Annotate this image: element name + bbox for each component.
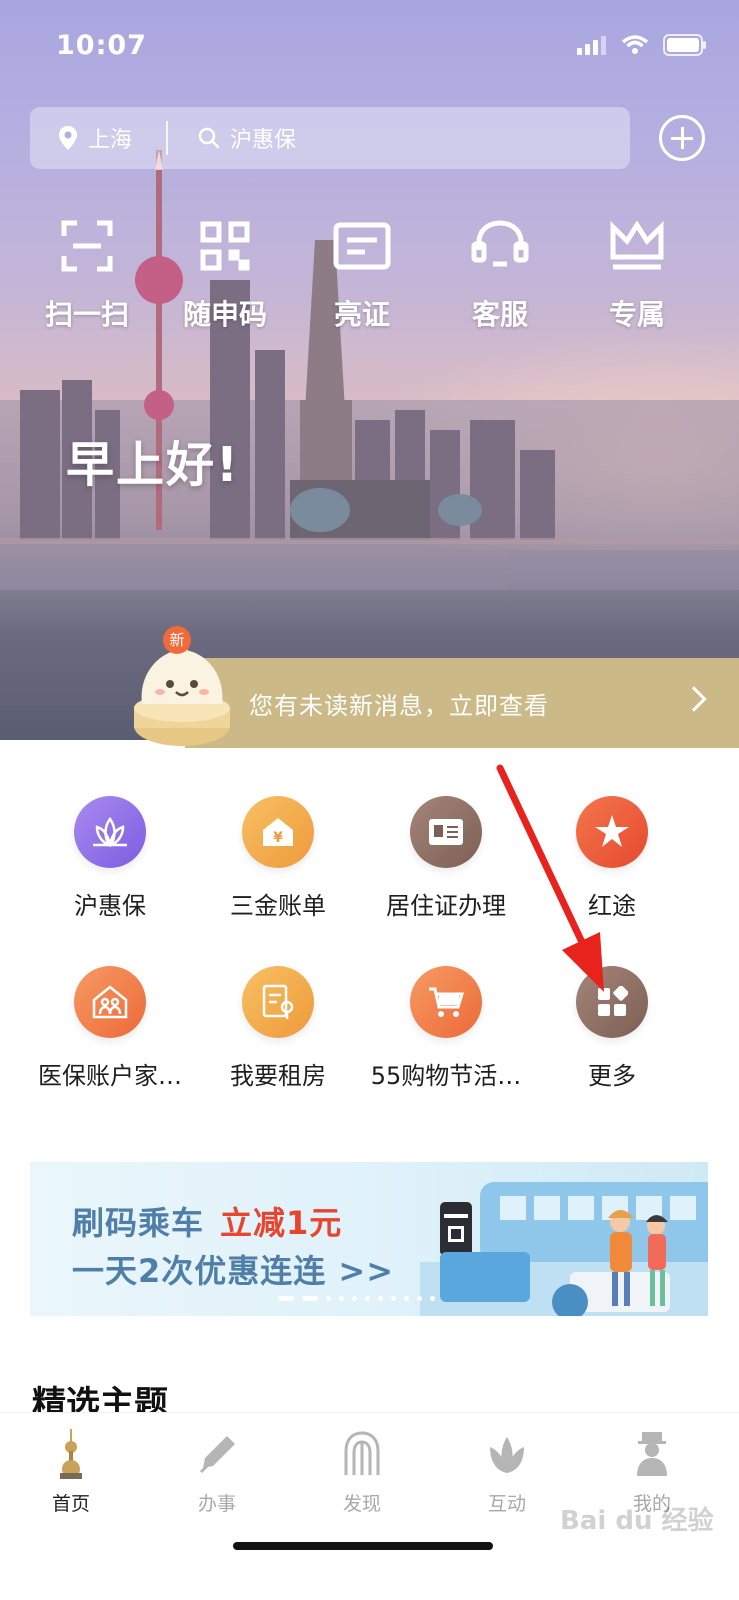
service-san-jin-bill[interactable]: ¥ 三金账单	[188, 796, 368, 921]
metro-illustration	[420, 1182, 708, 1316]
banner-title: 刷码乘车	[72, 1204, 205, 1242]
service-hong-tu[interactable]: 红途	[522, 796, 702, 921]
scan-icon	[61, 220, 113, 272]
service-label: 我要租房	[230, 1062, 326, 1090]
search-divider	[166, 121, 169, 155]
search-bar[interactable]: 上海 沪惠保	[30, 107, 630, 169]
status-time: 10:07	[56, 30, 147, 61]
add-button[interactable]	[659, 115, 705, 161]
chevron-right-icon	[681, 686, 707, 712]
service-label: 更多	[588, 1062, 636, 1090]
banner-subtitle: 一天2次优惠连连 >>	[72, 1252, 395, 1290]
yuan-house-icon: ¥	[263, 818, 293, 846]
service-label: 红途	[588, 892, 636, 920]
shopping-cart-icon	[429, 987, 465, 1017]
residence-card-icon	[429, 819, 463, 845]
service-label: 医保账户家…	[38, 1062, 182, 1090]
tab-interact[interactable]: 互动	[452, 1429, 562, 1516]
quick-action-label: 随申码	[182, 298, 267, 331]
lotus-icon	[93, 816, 127, 847]
headset-icon	[471, 220, 529, 267]
service-medical-insurance-family[interactable]: 医保账户家…	[20, 966, 200, 1091]
qr-code-icon	[200, 221, 250, 271]
quick-action-label: 扫一扫	[44, 298, 129, 331]
banner-highlight: 立减1元	[220, 1204, 343, 1242]
tab-label: 互动	[487, 1493, 526, 1515]
battery-icon	[663, 34, 706, 56]
svg-text:¥: ¥	[273, 830, 283, 846]
tab-home[interactable]: 首页	[16, 1429, 126, 1516]
id-card-icon	[333, 222, 391, 270]
service-more[interactable]: 更多	[522, 966, 702, 1091]
hero-header: 10:07 上海 沪惠保 扫一扫 随申码 亮证 客服 专属 早上好!	[0, 0, 739, 740]
search-input[interactable]: 沪惠保	[230, 122, 296, 154]
pen-icon	[199, 1436, 235, 1474]
tab-label: 发现	[342, 1493, 381, 1515]
service-rent-house[interactable]: 我要租房	[188, 966, 368, 1091]
quick-action-service[interactable]: 客服	[440, 215, 560, 333]
family-house-icon	[92, 985, 128, 1019]
tab-services[interactable]: 办事	[162, 1429, 272, 1516]
new-badge: 新	[163, 626, 191, 654]
quick-action-qr-code[interactable]: 随申码	[165, 215, 285, 333]
location-pin-icon	[59, 126, 77, 150]
city-selector[interactable]: 上海	[88, 122, 132, 154]
quick-action-label: 亮证	[333, 298, 390, 331]
crown-icon	[610, 221, 664, 270]
service-label: 55购物节活…	[370, 1062, 522, 1090]
service-label: 三金账单	[230, 892, 326, 920]
magnolia-icon	[490, 1437, 524, 1473]
home-indicator[interactable]	[233, 1542, 493, 1550]
quick-action-label: 客服	[471, 298, 528, 331]
quick-action-label: 专属	[608, 298, 665, 331]
cellular-signal-icon	[577, 36, 606, 55]
quick-action-scan[interactable]: 扫一扫	[27, 215, 147, 333]
wifi-icon	[621, 35, 649, 54]
notice-text: 您有未读新消息，立即查看	[249, 692, 549, 720]
red-star-icon	[595, 815, 629, 847]
service-residence-permit[interactable]: 居住证办理	[356, 796, 536, 921]
tab-label: 办事	[197, 1493, 236, 1515]
service-55-shopping-festival[interactable]: 55购物节活…	[356, 966, 536, 1091]
tab-label: 首页	[51, 1493, 90, 1515]
greeting-text: 早上好!	[66, 437, 240, 493]
unread-message-notice[interactable]: 您有未读新消息，立即查看	[185, 658, 739, 748]
search-icon	[198, 127, 220, 149]
quick-action-id-card[interactable]: 亮证	[302, 215, 422, 333]
home-tower-icon	[60, 1429, 82, 1479]
status-bar: 10:07	[0, 0, 739, 90]
rent-document-icon	[262, 984, 294, 1019]
arch-icon	[344, 1431, 380, 1475]
service-label: 沪惠保	[74, 892, 146, 920]
carousel-indicator	[278, 1296, 435, 1301]
service-hu-hui-bao[interactable]: 沪惠保	[20, 796, 200, 921]
tab-discover[interactable]: 发现	[307, 1429, 417, 1516]
service-label: 居住证办理	[386, 892, 506, 920]
quick-action-exclusive[interactable]: 专属	[577, 215, 697, 333]
person-icon	[637, 1432, 667, 1476]
baidu-watermark: Bai du 经验	[560, 1506, 714, 1536]
more-apps-icon	[598, 986, 628, 1016]
promo-banner[interactable]: 刷码乘车 立减1元 一天2次优惠连连 >>	[30, 1162, 708, 1316]
